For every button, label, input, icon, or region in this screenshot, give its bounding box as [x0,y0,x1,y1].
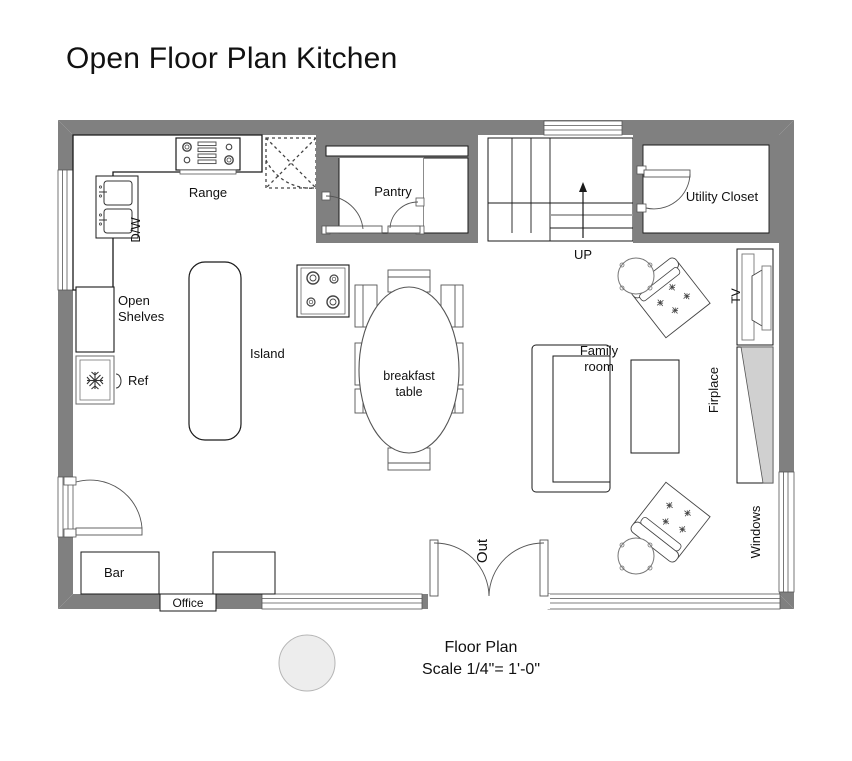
family-room-label-1: Family [580,343,619,358]
window-band-top-right [543,120,623,136]
cooktop-fixture [296,264,350,318]
floor-plan-caption: Floor Plan Scale 1/4"= 1'-0" [366,637,596,681]
window-band-bottom-right [547,593,781,610]
bar-label: Bar [104,565,125,580]
utility-closet-label: Utility Closet [686,189,759,204]
caption-line-1: Floor Plan [444,639,518,656]
dashed-door-symbol [265,137,317,189]
windows-label: Windows [748,505,763,558]
window-band-right [778,471,795,593]
exit-label: Out [474,538,491,563]
island-fixture [188,261,242,441]
entry-door-left [63,476,143,538]
range-label: Range [189,185,227,200]
dishwasher-label: D/W [128,217,143,243]
open-shelves-label-1: Open [118,293,150,308]
fireplace-label: Firplace [706,367,721,413]
stairs-fixture [487,137,634,242]
open-shelves-label-2: Shelves [118,309,165,324]
side-table-lower-fixture [617,537,655,575]
breakfast-table-label-1: breakfast [383,369,435,383]
coffee-table-fixture [630,359,680,454]
range-fixture [175,137,241,175]
fireplace-fixture [736,346,774,484]
television-label: TV [729,288,743,303]
window-band-bottom-left [261,593,423,610]
refrigerator-label: Ref [128,373,149,388]
family-room-label-2: room [584,359,614,374]
window-band-left-lower [57,476,74,538]
open-shelves-fixture [75,286,115,353]
pantry-label: Pantry [374,184,412,199]
side-table-upper-fixture [617,257,655,295]
window-band-left [57,169,74,291]
breakfast-table-label-2: table [395,385,422,399]
island-label: Island [250,346,285,361]
stairs-up-label: UP [574,247,592,262]
caption-line-2: Scale 1/4"= 1'-0" [421,661,541,678]
refrigerator-fixture [75,355,122,405]
office-label: Office [172,596,203,610]
caption-swatch [278,634,336,692]
